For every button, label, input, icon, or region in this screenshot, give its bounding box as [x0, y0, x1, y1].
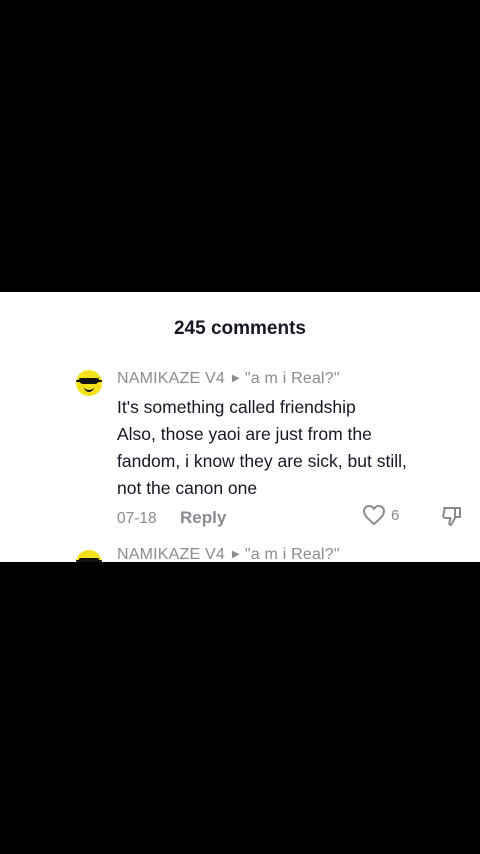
dislike-button[interactable]	[440, 504, 464, 533]
heart-icon	[363, 505, 385, 525]
dislike-icon	[442, 507, 461, 526]
comment-author[interactable]: NAMIKAZE V4	[117, 546, 225, 562]
comments-sheet: 245 comments NAMIKAZE V4 ▶ "a m i Real?" I…	[0, 292, 480, 562]
like-count: 6	[391, 506, 400, 524]
reply-arrow-icon: ▶	[232, 373, 240, 384]
comment-date: 07-18	[117, 510, 157, 527]
comment-header: NAMIKAZE V4 ▶ "a m i Real?"	[117, 546, 340, 562]
reply-to-user[interactable]: "a m i Real?"	[245, 370, 340, 387]
reply-to-user[interactable]: "a m i Real?"	[245, 546, 340, 562]
reply-arrow-icon: ▶	[232, 549, 240, 560]
comment-author[interactable]: NAMIKAZE V4	[117, 370, 225, 387]
comment-header: NAMIKAZE V4 ▶ "a m i Real?"	[117, 370, 340, 388]
comment-text: It's something called friendship Also, t…	[117, 397, 407, 498]
avatar[interactable]	[76, 370, 102, 396]
avatar[interactable]	[76, 550, 102, 562]
comments-count-title: 245 comments	[173, 318, 306, 339]
reply-button[interactable]: Reply	[180, 508, 226, 528]
like-button[interactable]: 6	[362, 504, 399, 526]
